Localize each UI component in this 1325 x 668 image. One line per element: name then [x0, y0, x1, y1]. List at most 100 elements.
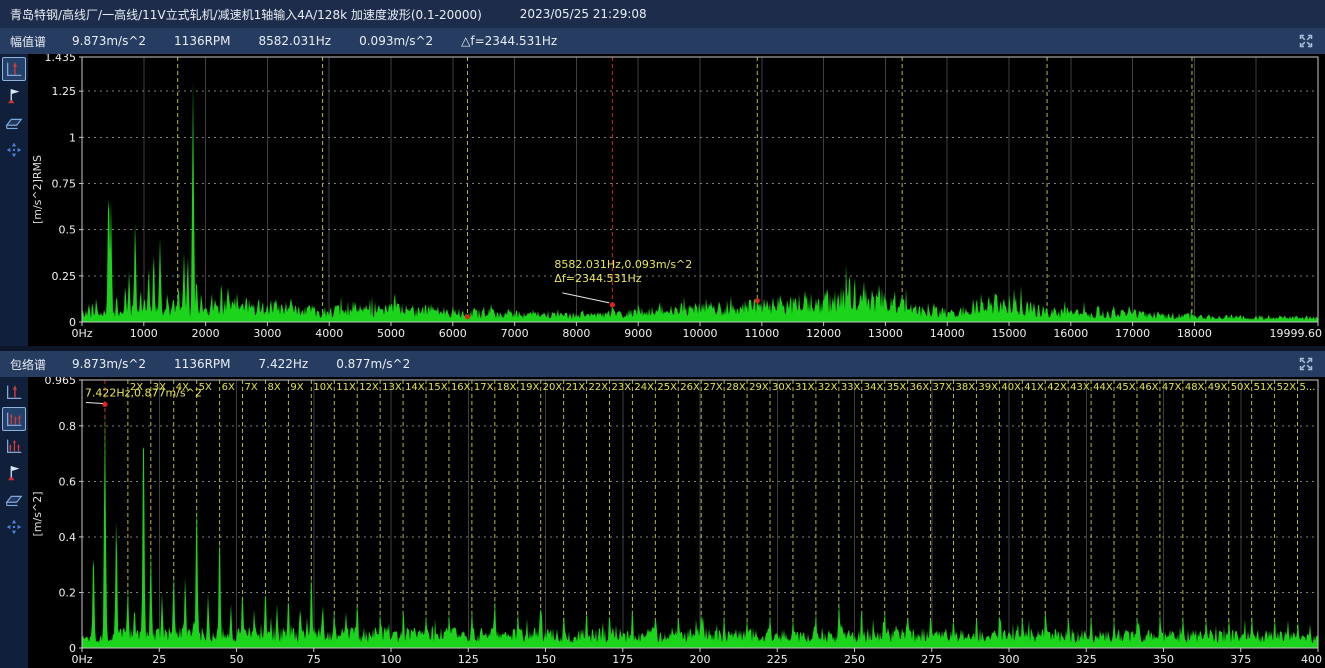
svg-text:5000: 5000: [377, 327, 405, 340]
envelope-expand-button[interactable]: [1297, 355, 1315, 373]
svg-text:31X: 31X: [795, 382, 815, 393]
svg-text:325: 325: [1076, 653, 1097, 666]
rpm-value: 1136RPM: [174, 357, 230, 371]
svg-text:49X: 49X: [1208, 382, 1228, 393]
svg-text:46X: 46X: [1139, 382, 1159, 393]
amplitude-spectrum-chart[interactable]: 0Hz1000200030004000500060007000800090001…: [28, 54, 1325, 346]
svg-text:21X: 21X: [566, 382, 586, 393]
sideband-cursor-icon: [4, 436, 24, 456]
svg-text:10X: 10X: [313, 382, 333, 393]
svg-text:24X: 24X: [634, 382, 654, 393]
envelope-toolbar: [0, 377, 28, 668]
svg-text:3000: 3000: [253, 327, 281, 340]
svg-text:0.965: 0.965: [45, 377, 77, 387]
svg-text:33X: 33X: [841, 382, 861, 393]
svg-text:6X: 6X: [222, 382, 235, 393]
svg-text:100: 100: [381, 653, 402, 666]
svg-text:28X: 28X: [726, 382, 746, 393]
svg-text:0.6: 0.6: [59, 475, 77, 488]
svg-text:34X: 34X: [864, 382, 884, 393]
svg-text:20X: 20X: [543, 382, 563, 393]
flag-icon: [4, 463, 24, 483]
svg-text:51X: 51X: [1254, 382, 1274, 393]
svg-text:300: 300: [999, 653, 1020, 666]
expand-icon: [1298, 37, 1314, 52]
svg-text:0.4: 0.4: [59, 531, 77, 544]
move-arrows-icon: [4, 517, 24, 537]
rpm-value: 1136RPM: [174, 34, 230, 48]
sideband-cursor-tool-button[interactable]: [2, 434, 26, 458]
harmonic-cursor-tool-button[interactable]: [2, 407, 26, 431]
svg-text:35X: 35X: [887, 382, 907, 393]
svg-text:50X: 50X: [1231, 382, 1251, 393]
pan-tool-button[interactable]: [2, 515, 26, 539]
svg-text:47X: 47X: [1162, 382, 1182, 393]
overall-rms-value: 9.873m/s^2: [72, 357, 146, 371]
svg-text:5...: 5...: [1300, 382, 1316, 393]
cursor-amplitude-value: 0.093m/s^2: [359, 34, 433, 48]
waterfall-3d-icon: [4, 113, 24, 133]
single-cursor-tool-button[interactable]: [2, 57, 26, 81]
waterfall-tool-button[interactable]: [2, 488, 26, 512]
flag-marker-tool-button[interactable]: [2, 461, 26, 485]
svg-text:13000: 13000: [868, 327, 903, 340]
move-arrows-icon: [4, 140, 24, 160]
titlebar: 青岛特钢/高线厂/一高线/11V立式轧机/减速机1轴输入4A/128k 加速度波…: [0, 0, 1325, 28]
svg-text:0.8: 0.8: [59, 420, 77, 433]
svg-text:275: 275: [921, 653, 942, 666]
svg-text:15X: 15X: [428, 382, 448, 393]
svg-text:45X: 45X: [1116, 382, 1136, 393]
svg-text:19999.60: 19999.60: [1270, 327, 1323, 340]
svg-text:42X: 42X: [1047, 382, 1067, 393]
svg-text:7000: 7000: [501, 327, 529, 340]
svg-text:175: 175: [612, 653, 633, 666]
svg-text:12000: 12000: [806, 327, 841, 340]
envelope-spectrum-chart[interactable]: 2X3X4X5X6X7X8X9X10X11X12X13X14X15X16X17X…: [28, 377, 1325, 668]
svg-text:8000: 8000: [562, 327, 590, 340]
amplitude-expand-button[interactable]: [1297, 32, 1315, 50]
svg-text:75: 75: [307, 653, 321, 666]
cursor-amplitude-value: 0.877m/s^2: [336, 357, 410, 371]
svg-text:39X: 39X: [978, 382, 998, 393]
svg-text:14000: 14000: [930, 327, 965, 340]
svg-text:350: 350: [1153, 653, 1174, 666]
svg-text:150: 150: [535, 653, 556, 666]
svg-text:12X: 12X: [359, 382, 379, 393]
single-cursor-tool-button[interactable]: [2, 380, 26, 404]
amplitude-spectrum-panel: 幅值谱 9.873m/s^2 1136RPM 8582.031Hz 0.093m…: [0, 28, 1325, 346]
expand-icon: [1298, 360, 1314, 375]
svg-text:8X: 8X: [267, 382, 280, 393]
svg-text:17X: 17X: [474, 382, 494, 393]
svg-text:125: 125: [458, 653, 479, 666]
svg-text:0: 0: [69, 642, 76, 655]
svg-text:50: 50: [230, 653, 244, 666]
svg-text:29X: 29X: [749, 382, 769, 393]
svg-text:32X: 32X: [818, 382, 838, 393]
single-cursor-icon: [4, 382, 24, 402]
svg-text:2000: 2000: [192, 327, 220, 340]
svg-text:36X: 36X: [910, 382, 930, 393]
svg-text:[m/s^2]RMS: [m/s^2]RMS: [31, 155, 44, 224]
svg-text:18X: 18X: [497, 382, 517, 393]
svg-text:17000: 17000: [1115, 327, 1150, 340]
svg-text:10000: 10000: [683, 327, 718, 340]
svg-text:25X: 25X: [657, 382, 677, 393]
svg-text:7.422Hz,0.877m/s^2: 7.422Hz,0.877m/s^2: [85, 386, 202, 399]
svg-text:40X: 40X: [1001, 382, 1021, 393]
svg-text:1000: 1000: [130, 327, 158, 340]
svg-text:0.25: 0.25: [52, 270, 77, 283]
svg-text:9X: 9X: [290, 382, 303, 393]
envelope-spectrum-panel: 包络谱 9.873m/s^2 1136RPM 7.422Hz 0.877m/s^…: [0, 351, 1325, 668]
svg-text:Δf=2344.531Hz: Δf=2344.531Hz: [554, 272, 641, 285]
svg-text:4000: 4000: [315, 327, 343, 340]
envelope-panel-title: 包络谱: [10, 356, 46, 373]
waterfall-tool-button[interactable]: [2, 111, 26, 135]
svg-text:48X: 48X: [1185, 382, 1205, 393]
flag-marker-tool-button[interactable]: [2, 84, 26, 108]
delta-f-value: △f=2344.531Hz: [461, 34, 557, 48]
pan-tool-button[interactable]: [2, 138, 26, 162]
svg-text:1.25: 1.25: [52, 85, 77, 98]
svg-text:250: 250: [844, 653, 865, 666]
svg-text:0: 0: [69, 316, 76, 329]
svg-text:22X: 22X: [589, 382, 609, 393]
